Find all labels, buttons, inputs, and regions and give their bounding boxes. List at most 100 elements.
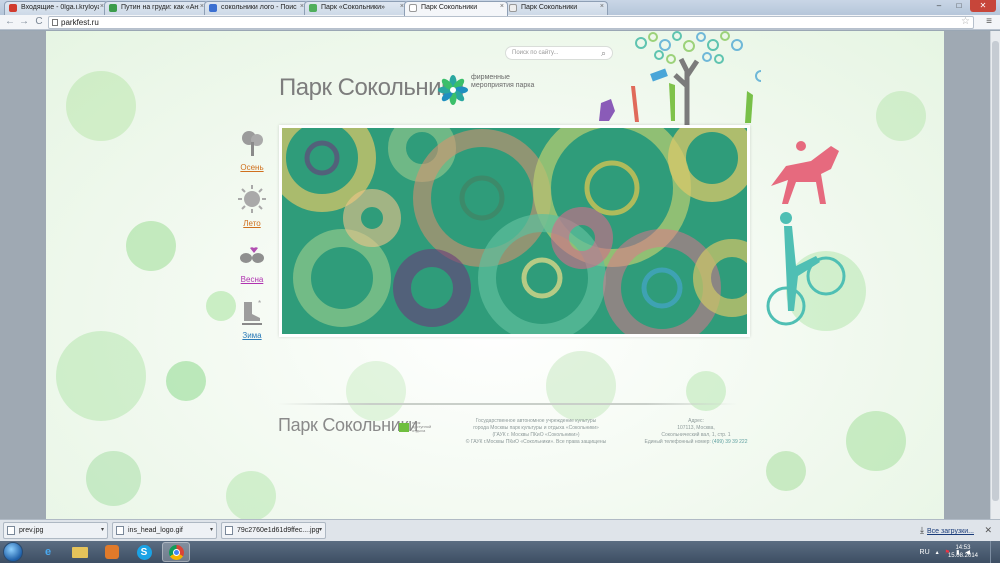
chrome-icon[interactable]	[162, 542, 190, 562]
footer-brand-mark	[399, 423, 409, 432]
tab-putin[interactable]: Путин на груди: как «Ан» ×	[104, 1, 208, 15]
chevron-down-icon[interactable]: ▾	[101, 523, 104, 538]
download-filename: 79c2760e1d61d9ffec....jpg	[237, 527, 320, 534]
page-icon	[52, 19, 58, 26]
download-filename: prev.jpg	[19, 527, 44, 534]
footer-copyright: © ГАУК г.Москвы ПКиО «Сокольники». Все п…	[465, 439, 607, 445]
footer-mark-text: парк доступной отдыха	[412, 420, 432, 433]
bokeh-bubble	[876, 91, 926, 141]
site-page: Поиск по сайту... ⌕ Парк Сокольники фирм…	[46, 31, 944, 519]
window-controls: – □ ✕	[930, 0, 996, 13]
footer-org-line: города Москвы парк культуры и отдыха «Со…	[473, 425, 599, 431]
hero-banner[interactable]	[279, 125, 750, 337]
skate-icon: *	[242, 299, 262, 325]
season-autumn[interactable]: Осень	[234, 128, 270, 172]
tab-gmail[interactable]: Входящие - 0lga.i.kryloya ×	[4, 1, 108, 15]
back-button[interactable]: ←	[4, 16, 16, 28]
season-summer[interactable]: Лето	[234, 184, 270, 228]
bokeh-bubble	[686, 371, 726, 411]
bokeh-bubble	[206, 291, 236, 321]
bokeh-bubble	[66, 71, 136, 141]
browser-toolbar: ← → C parkfest.ru ☆ ≡	[0, 15, 1000, 30]
language-indicator[interactable]: RU	[920, 549, 930, 556]
file-icon	[116, 526, 124, 535]
page-icon	[409, 4, 417, 12]
show-all-downloads-link[interactable]: ⤓ Все загрузки...	[920, 523, 974, 539]
footer-org-line: (ГАУК г. Москвы ПКиО «Сокольники»)	[492, 432, 580, 438]
page-scrollbar[interactable]	[990, 31, 1000, 519]
tab-label: Парк Сокольники	[421, 4, 478, 11]
season-spring[interactable]: Весна	[234, 240, 270, 284]
menu-icon[interactable]: ≡	[986, 16, 992, 27]
season-winter[interactable]: * Зима	[234, 296, 270, 340]
maximize-button[interactable]: □	[950, 0, 968, 12]
address-bar[interactable]: parkfest.ru	[48, 16, 974, 29]
footer-contacts: Адрес: 107113, Москва, Сокольнический ва…	[626, 418, 766, 446]
tab-sokolniki-1[interactable]: Парк «Сокольники» ×	[304, 1, 408, 15]
gmail-icon	[9, 4, 17, 12]
google-icon	[209, 4, 217, 12]
download-filename: ins_head_logo.gif	[128, 527, 183, 534]
skype-icon[interactable]: S	[130, 542, 158, 562]
close-window-button[interactable]: ✕	[970, 0, 996, 12]
file-icon	[225, 526, 233, 535]
tray-arrow-icon[interactable]: ▴	[936, 549, 939, 556]
chevron-down-icon[interactable]: ▾	[319, 523, 322, 538]
forward-button[interactable]: →	[18, 16, 30, 28]
logo-flower-icon	[438, 75, 468, 105]
download-item[interactable]: prev.jpg ▾	[3, 522, 108, 539]
footer-address-street: Сокольнический вал, 1, стр. 1	[661, 432, 731, 438]
tab-label: сокольники лого - Поис	[221, 4, 297, 11]
site-favicon-icon	[109, 4, 117, 12]
clock-date: 15.08.2014	[947, 553, 978, 559]
birds-icon	[240, 247, 264, 263]
hero-banner-art	[282, 128, 747, 334]
site-logo-title[interactable]: Парк Сокольники	[279, 74, 464, 102]
media-player-icon[interactable]	[98, 542, 126, 562]
footer-address-zip: 107113, Москва,	[677, 425, 715, 431]
clock[interactable]: 14:53 15.08.2014	[948, 544, 978, 560]
tab-sokolniki-3[interactable]: Парк Сокольники ×	[504, 1, 608, 15]
start-button[interactable]	[3, 542, 23, 562]
tab-search[interactable]: сокольники лого - Поис ×	[204, 1, 308, 15]
footer-address-label: Адрес:	[688, 418, 704, 424]
footer-phone[interactable]: (499) 39 39 222	[712, 439, 747, 445]
season-link-summer[interactable]: Лето	[234, 219, 270, 228]
tab-label: Входящие - 0lga.i.kryloya	[21, 4, 99, 11]
show-desktop-button[interactable]	[990, 541, 1000, 563]
tab-close-icon[interactable]: ×	[600, 3, 604, 10]
season-link-winter[interactable]: Зима	[234, 331, 270, 340]
download-item[interactable]: 79c2760e1d61d9ffec....jpg ▾	[221, 522, 326, 539]
bokeh-bubble	[846, 411, 906, 471]
footer-org-line: Государственное автономное учреждение ку…	[475, 418, 597, 424]
sun-icon	[238, 185, 266, 213]
minimize-button[interactable]: –	[930, 0, 948, 12]
header-illustration	[599, 31, 761, 127]
address-text: parkfest.ru	[61, 18, 99, 27]
tab-label: Путин на груди: как «Ан»	[121, 4, 199, 11]
explorer-icon[interactable]	[66, 542, 94, 562]
star-icon[interactable]: ☆	[961, 16, 970, 27]
svg-text:*: *	[258, 299, 261, 308]
footer-divider	[278, 403, 738, 405]
bokeh-bubble	[766, 451, 806, 491]
site-favicon-icon	[309, 4, 317, 12]
bokeh-bubble	[346, 361, 406, 421]
scrollbar-thumb[interactable]	[992, 41, 999, 501]
ie-icon[interactable]: e	[34, 542, 62, 562]
season-link-autumn[interactable]: Осень	[234, 163, 270, 172]
bokeh-bubble	[126, 221, 176, 271]
tab-sokolniki-active[interactable]: Парк Сокольники ×	[404, 1, 508, 16]
tab-close-icon[interactable]: ×	[500, 3, 504, 10]
chevron-down-icon[interactable]: ▾	[210, 523, 213, 538]
season-link-spring[interactable]: Весна	[234, 275, 270, 284]
right-illustration	[766, 141, 846, 326]
footer-logo[interactable]: Парк Сокольники	[278, 415, 418, 436]
downloads-close-button[interactable]: ✕	[984, 523, 992, 537]
clock-time: 14:53	[955, 545, 971, 551]
bokeh-bubble	[56, 331, 146, 421]
download-item[interactable]: ins_head_logo.gif ▾	[112, 522, 217, 539]
left-backdrop	[0, 31, 46, 519]
page-icon	[509, 4, 517, 12]
reload-button[interactable]: C	[33, 16, 45, 28]
